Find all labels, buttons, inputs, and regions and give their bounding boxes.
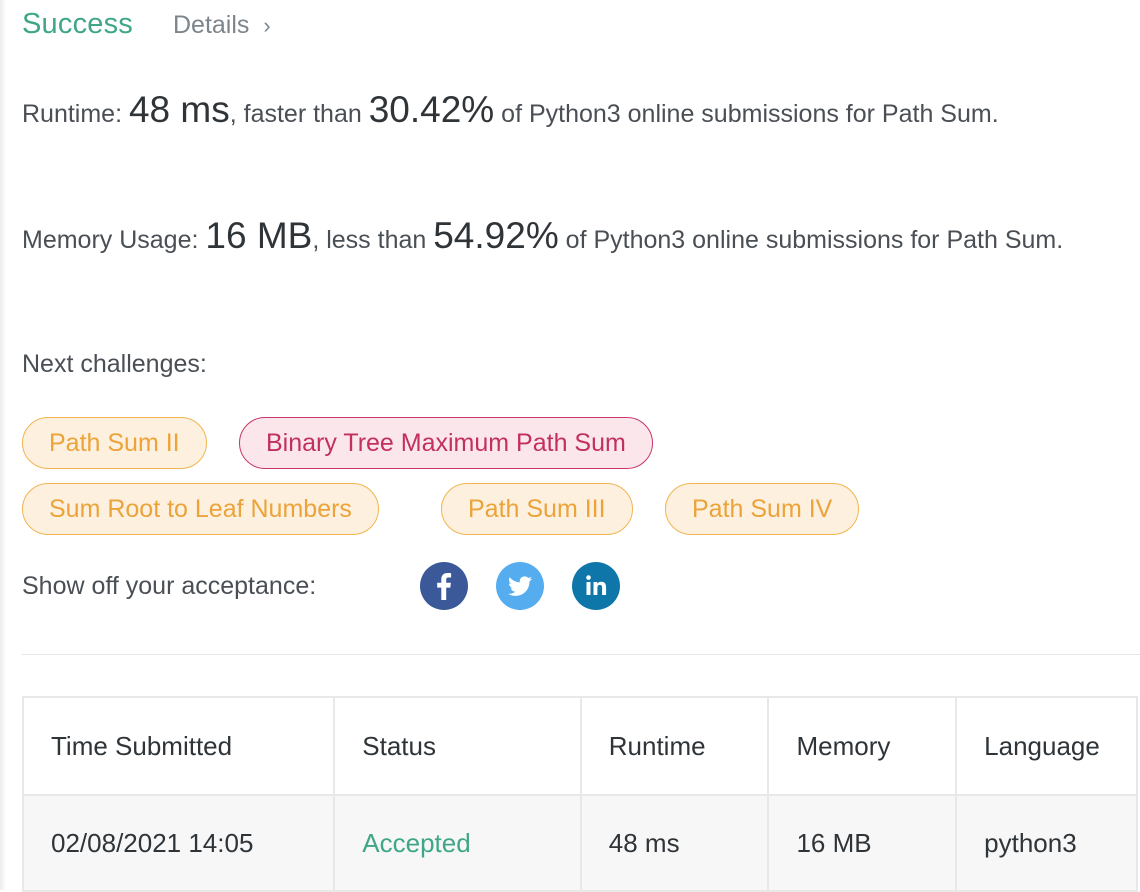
details-label: Details [173, 11, 250, 39]
runtime-value: 48 ms [128, 89, 230, 130]
share-label: Show off your acceptance: [22, 571, 317, 600]
column-header-status[interactable]: Status [333, 696, 582, 796]
cell-time-submitted: 02/08/2021 14:05 [21, 794, 336, 892]
column-header-language[interactable]: Language [955, 696, 1138, 796]
memory-percent: 54.92% [433, 215, 559, 256]
memory-comparison: , less than [312, 226, 434, 254]
table-row: 02/08/2021 14:05 Accepted 48 ms 16 MB py… [21, 794, 1138, 892]
column-header-runtime[interactable]: Runtime [579, 696, 770, 796]
cell-runtime: 48 ms [579, 794, 770, 892]
memory-value: 16 MB [205, 215, 313, 256]
challenge-tag-path-sum-iii[interactable]: Path Sum III [441, 483, 633, 535]
runtime-percent: 30.42% [368, 89, 495, 130]
left-edge-shadow [0, 0, 6, 890]
cell-language: python3 [955, 794, 1138, 892]
section-divider [22, 654, 1140, 655]
details-link[interactable]: Details › [173, 11, 271, 40]
column-header-memory[interactable]: Memory [767, 696, 958, 796]
challenge-tag-binary-tree-maximum-path-sum[interactable]: Binary Tree Maximum Path Sum [239, 417, 653, 469]
linkedin-icon [586, 575, 607, 595]
runtime-stat: Runtime: 48 ms, faster than 30.42% of Py… [22, 89, 1102, 135]
memory-label: Memory Usage: [22, 226, 206, 254]
challenge-tag-sum-root-to-leaf-numbers[interactable]: Sum Root to Leaf Numbers [22, 483, 379, 535]
column-header-time-submitted[interactable]: Time Submitted [21, 696, 336, 796]
challenge-tag-path-sum-iv[interactable]: Path Sum IV [665, 483, 860, 535]
runtime-suffix: of Python3 online submissions for Path S… [494, 100, 999, 128]
share-row: Show off your acceptance: [22, 562, 316, 610]
linkedin-share-button[interactable] [572, 562, 620, 610]
chevron-right-icon: › [263, 12, 271, 38]
result-header: Success Details › [22, 8, 271, 41]
cell-status-accepted-link[interactable]: Accepted [333, 794, 582, 892]
status-title: Success [22, 8, 133, 40]
table-header-row: Time Submitted Status Runtime Memory Lan… [21, 696, 1138, 796]
memory-suffix: of Python3 online submissions for Path S… [558, 226, 1064, 254]
runtime-comparison: , faster than [229, 100, 369, 128]
cell-memory: 16 MB [767, 794, 958, 892]
submissions-table: Time Submitted Status Runtime Memory Lan… [21, 696, 1138, 892]
next-challenges-label: Next challenges: [22, 350, 207, 378]
challenge-tag-path-sum-ii[interactable]: Path Sum II [22, 417, 207, 469]
facebook-share-button[interactable] [420, 562, 468, 610]
runtime-label: Runtime: [22, 100, 129, 128]
twitter-share-button[interactable] [496, 562, 544, 610]
memory-stat: Memory Usage: 16 MB, less than 54.92% of… [22, 215, 1102, 261]
twitter-icon [508, 576, 532, 596]
facebook-icon [437, 573, 452, 600]
